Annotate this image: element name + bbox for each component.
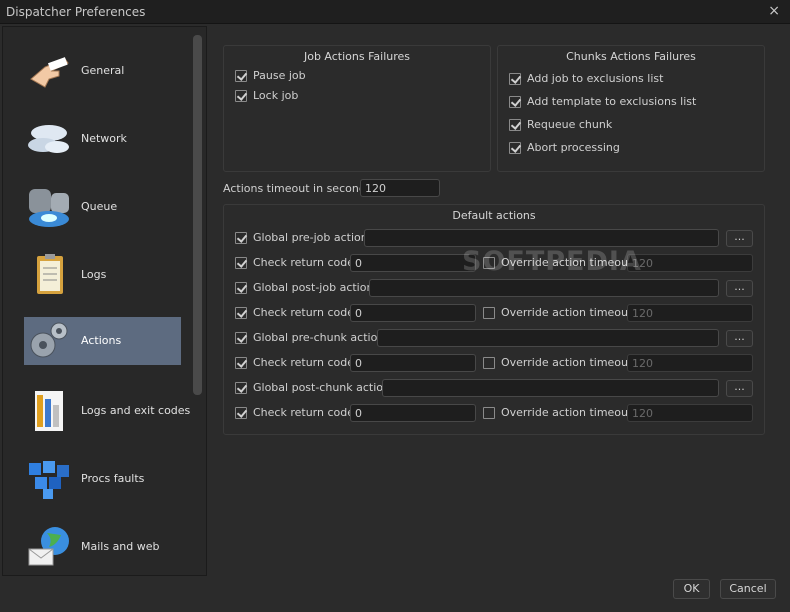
pre-chunk-return-checkbox[interactable] xyxy=(235,357,247,369)
pre-chunk-input[interactable] xyxy=(377,329,719,347)
post-chunk-override-checkbox[interactable] xyxy=(483,407,495,419)
timeout-label: Actions timeout in seconds: xyxy=(223,182,376,195)
post-job-checkbox[interactable] xyxy=(235,282,247,294)
post-chunk-return-input[interactable] xyxy=(350,404,476,422)
timeout-input[interactable] xyxy=(360,179,440,197)
post-job-input[interactable] xyxy=(369,279,719,297)
pre-chunk-override-checkbox[interactable] xyxy=(483,357,495,369)
title-bar: Dispatcher Preferences × xyxy=(0,0,790,24)
sidebar-item-mails-web[interactable]: Mails and web xyxy=(24,523,181,571)
pre-job-override-input[interactable] xyxy=(627,254,753,272)
ok-button[interactable]: OK xyxy=(673,579,710,599)
database-queue-icon xyxy=(29,189,69,227)
sidebar-item-procs-faults[interactable]: Procs faults xyxy=(24,455,181,503)
post-job-override-input[interactable] xyxy=(627,304,753,322)
pre-job-return-label: Check return code: xyxy=(253,256,358,269)
add-job-exclusions-checkbox[interactable] xyxy=(509,73,521,85)
abort-processing-label: Abort processing xyxy=(527,141,620,154)
requeue-chunk-checkbox[interactable] xyxy=(509,119,521,131)
post-chunk-override-input[interactable] xyxy=(627,404,753,422)
sidebar-item-general[interactable]: General xyxy=(24,47,181,95)
pre-chunk-browse-button[interactable]: ... xyxy=(726,330,753,347)
sidebar-item-label: Logs and exit codes xyxy=(81,404,191,417)
sidebar-item-network[interactable]: Network xyxy=(24,115,181,163)
add-job-exclusions-label: Add job to exclusions list xyxy=(527,72,664,85)
sidebar-item-label: Network xyxy=(81,132,127,145)
abort-processing-checkbox[interactable] xyxy=(509,142,521,154)
sidebar: General Network Queue Logs Actions Logs … xyxy=(2,26,207,576)
pre-chunk-override-label: Override action timeout: xyxy=(501,356,637,369)
sidebar-item-actions[interactable]: Actions xyxy=(24,317,181,365)
clipboard-logs-icon xyxy=(37,254,63,294)
post-chunk-label: Global post-chunk action: xyxy=(253,381,394,394)
post-job-return-label: Check return code: xyxy=(253,306,358,319)
lock-job-checkbox[interactable] xyxy=(235,90,247,102)
pre-job-browse-button[interactable]: ... xyxy=(726,230,753,247)
globe-mail-icon xyxy=(28,527,69,566)
pre-job-input[interactable] xyxy=(364,229,719,247)
sidebar-item-queue[interactable]: Queue xyxy=(24,183,181,231)
job-failures-title: Job Actions Failures xyxy=(303,50,411,63)
cancel-button[interactable]: Cancel xyxy=(720,579,776,599)
pause-job-label: Pause job xyxy=(253,69,306,82)
sidebar-item-logs-exit-codes[interactable]: Logs and exit codes xyxy=(24,387,190,435)
add-template-exclusions-label: Add template to exclusions list xyxy=(527,95,697,108)
softpedia-watermark: SOFTPEDIA xyxy=(462,246,642,277)
sidebar-item-label: Queue xyxy=(81,200,118,213)
sidebar-item-label: General xyxy=(81,64,125,77)
pre-job-return-input[interactable] xyxy=(350,254,476,272)
sidebar-item-label: Mails and web xyxy=(81,540,160,553)
post-job-browse-button[interactable]: ... xyxy=(726,280,753,297)
post-chunk-override-label: Override action timeout: xyxy=(501,406,637,419)
post-chunk-browse-button[interactable]: ... xyxy=(726,380,753,397)
requeue-chunk-label: Requeue chunk xyxy=(527,118,613,131)
sidebar-item-label: Logs xyxy=(81,268,107,281)
pre-chunk-checkbox[interactable] xyxy=(235,332,247,344)
lock-job-label: Lock job xyxy=(253,89,299,102)
post-chunk-return-label: Check return code: xyxy=(253,406,358,419)
post-job-override-label: Override action timeout: xyxy=(501,306,637,319)
pause-job-checkbox[interactable] xyxy=(235,70,247,82)
pre-job-return-checkbox[interactable] xyxy=(235,257,247,269)
chunk-failures-title: Chunks Actions Failures xyxy=(566,50,696,63)
window-title: Dispatcher Preferences xyxy=(6,5,146,19)
post-job-override-checkbox[interactable] xyxy=(483,307,495,319)
post-chunk-input[interactable] xyxy=(382,379,719,397)
document-bars-icon xyxy=(35,391,63,431)
post-job-label: Global post-job action: xyxy=(253,281,378,294)
sidebar-scrollbar[interactable] xyxy=(193,35,202,395)
post-job-return-input[interactable] xyxy=(350,304,476,322)
cubes-faults-icon xyxy=(29,461,69,499)
pointing-hand-icon xyxy=(30,57,69,88)
default-actions-title: Default actions xyxy=(452,209,536,222)
sidebar-item-logs[interactable]: Logs xyxy=(24,251,181,299)
pre-chunk-return-input[interactable] xyxy=(350,354,476,372)
post-job-return-checkbox[interactable] xyxy=(235,307,247,319)
sidebar-item-label: Actions xyxy=(81,334,122,347)
job-failures-group: Job Actions Failures xyxy=(223,45,491,172)
cloud-network-icon xyxy=(28,125,69,153)
sidebar-item-label: Procs faults xyxy=(81,472,145,485)
pre-job-checkbox[interactable] xyxy=(235,232,247,244)
gears-actions-icon xyxy=(30,322,68,358)
pre-chunk-label: Global pre-chunk action: xyxy=(253,331,388,344)
post-chunk-checkbox[interactable] xyxy=(235,382,247,394)
pre-chunk-override-input[interactable] xyxy=(627,354,753,372)
pre-chunk-return-label: Check return code: xyxy=(253,356,358,369)
post-chunk-return-checkbox[interactable] xyxy=(235,407,247,419)
pre-job-label: Global pre-job action: xyxy=(253,231,372,244)
add-template-exclusions-checkbox[interactable] xyxy=(509,96,521,108)
close-icon[interactable]: × xyxy=(768,3,780,19)
